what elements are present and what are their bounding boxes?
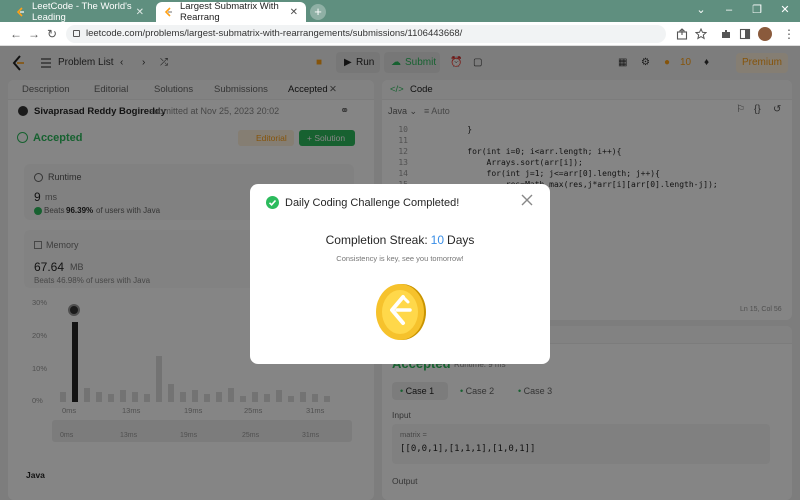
browser-tab-title: LeetCode - The World's Leading — [32, 1, 132, 23]
url-text: leetcode.com/problems/largest-submatrix-… — [86, 28, 463, 39]
window-close-button[interactable]: ✕ — [770, 0, 800, 22]
browser-tab-problem[interactable]: Largest Submatrix With Rearrang ✕ — [156, 1, 306, 23]
minimize-button[interactable]: – — [714, 0, 744, 22]
tab-close-icon[interactable]: ✕ — [290, 7, 298, 18]
browser-tab-strip: LeetCode - The World's Leading ✕ Largest… — [0, 0, 800, 23]
forward-arrow-icon[interactable]: → — [28, 27, 40, 41]
lock-icon — [73, 30, 80, 37]
browser-tab-leetcode[interactable]: LeetCode - The World's Leading ✕ — [8, 1, 152, 23]
share-icon[interactable] — [676, 28, 688, 40]
chevron-down-icon[interactable]: ⌄ — [686, 0, 716, 22]
leetcode-coin-icon — [376, 284, 426, 340]
daily-challenge-modal: Daily Coding Challenge Completed! Comple… — [250, 184, 550, 364]
browser-tab-title: Largest Submatrix With Rearrang — [180, 1, 279, 23]
close-icon[interactable] — [520, 193, 534, 207]
address-bar-row: ← → ↻ leetcode.com/problems/largest-subm… — [0, 22, 800, 46]
streak-label: Completion Streak: — [325, 233, 428, 247]
modal-title: Daily Coding Challenge Completed! — [285, 197, 460, 209]
back-arrow-icon[interactable]: ← — [10, 27, 22, 41]
streak-value: 10 — [430, 233, 445, 247]
sidebar-icon[interactable] — [739, 28, 751, 40]
check-circle-icon — [266, 196, 279, 209]
reload-icon[interactable]: ↻ — [47, 27, 57, 41]
leetcode-favicon-icon — [164, 7, 174, 17]
streak-line: Completion Streak: 10 Days — [250, 233, 550, 247]
new-tab-button[interactable]: + — [310, 4, 326, 20]
streak-unit: Days — [447, 233, 475, 247]
url-field[interactable]: leetcode.com/problems/largest-submatrix-… — [66, 25, 666, 43]
browser-menu-icon[interactable]: ⋮ — [783, 27, 795, 41]
restore-button[interactable]: ❐ — [742, 0, 772, 22]
tab-close-icon[interactable]: ✕ — [136, 7, 144, 18]
star-icon[interactable] — [695, 28, 707, 40]
profile-avatar[interactable] — [758, 27, 772, 41]
extensions-icon[interactable] — [720, 28, 732, 40]
modal-message: Consistency is key, see you tomorrow! — [336, 254, 464, 263]
leetcode-favicon-icon — [16, 7, 26, 17]
